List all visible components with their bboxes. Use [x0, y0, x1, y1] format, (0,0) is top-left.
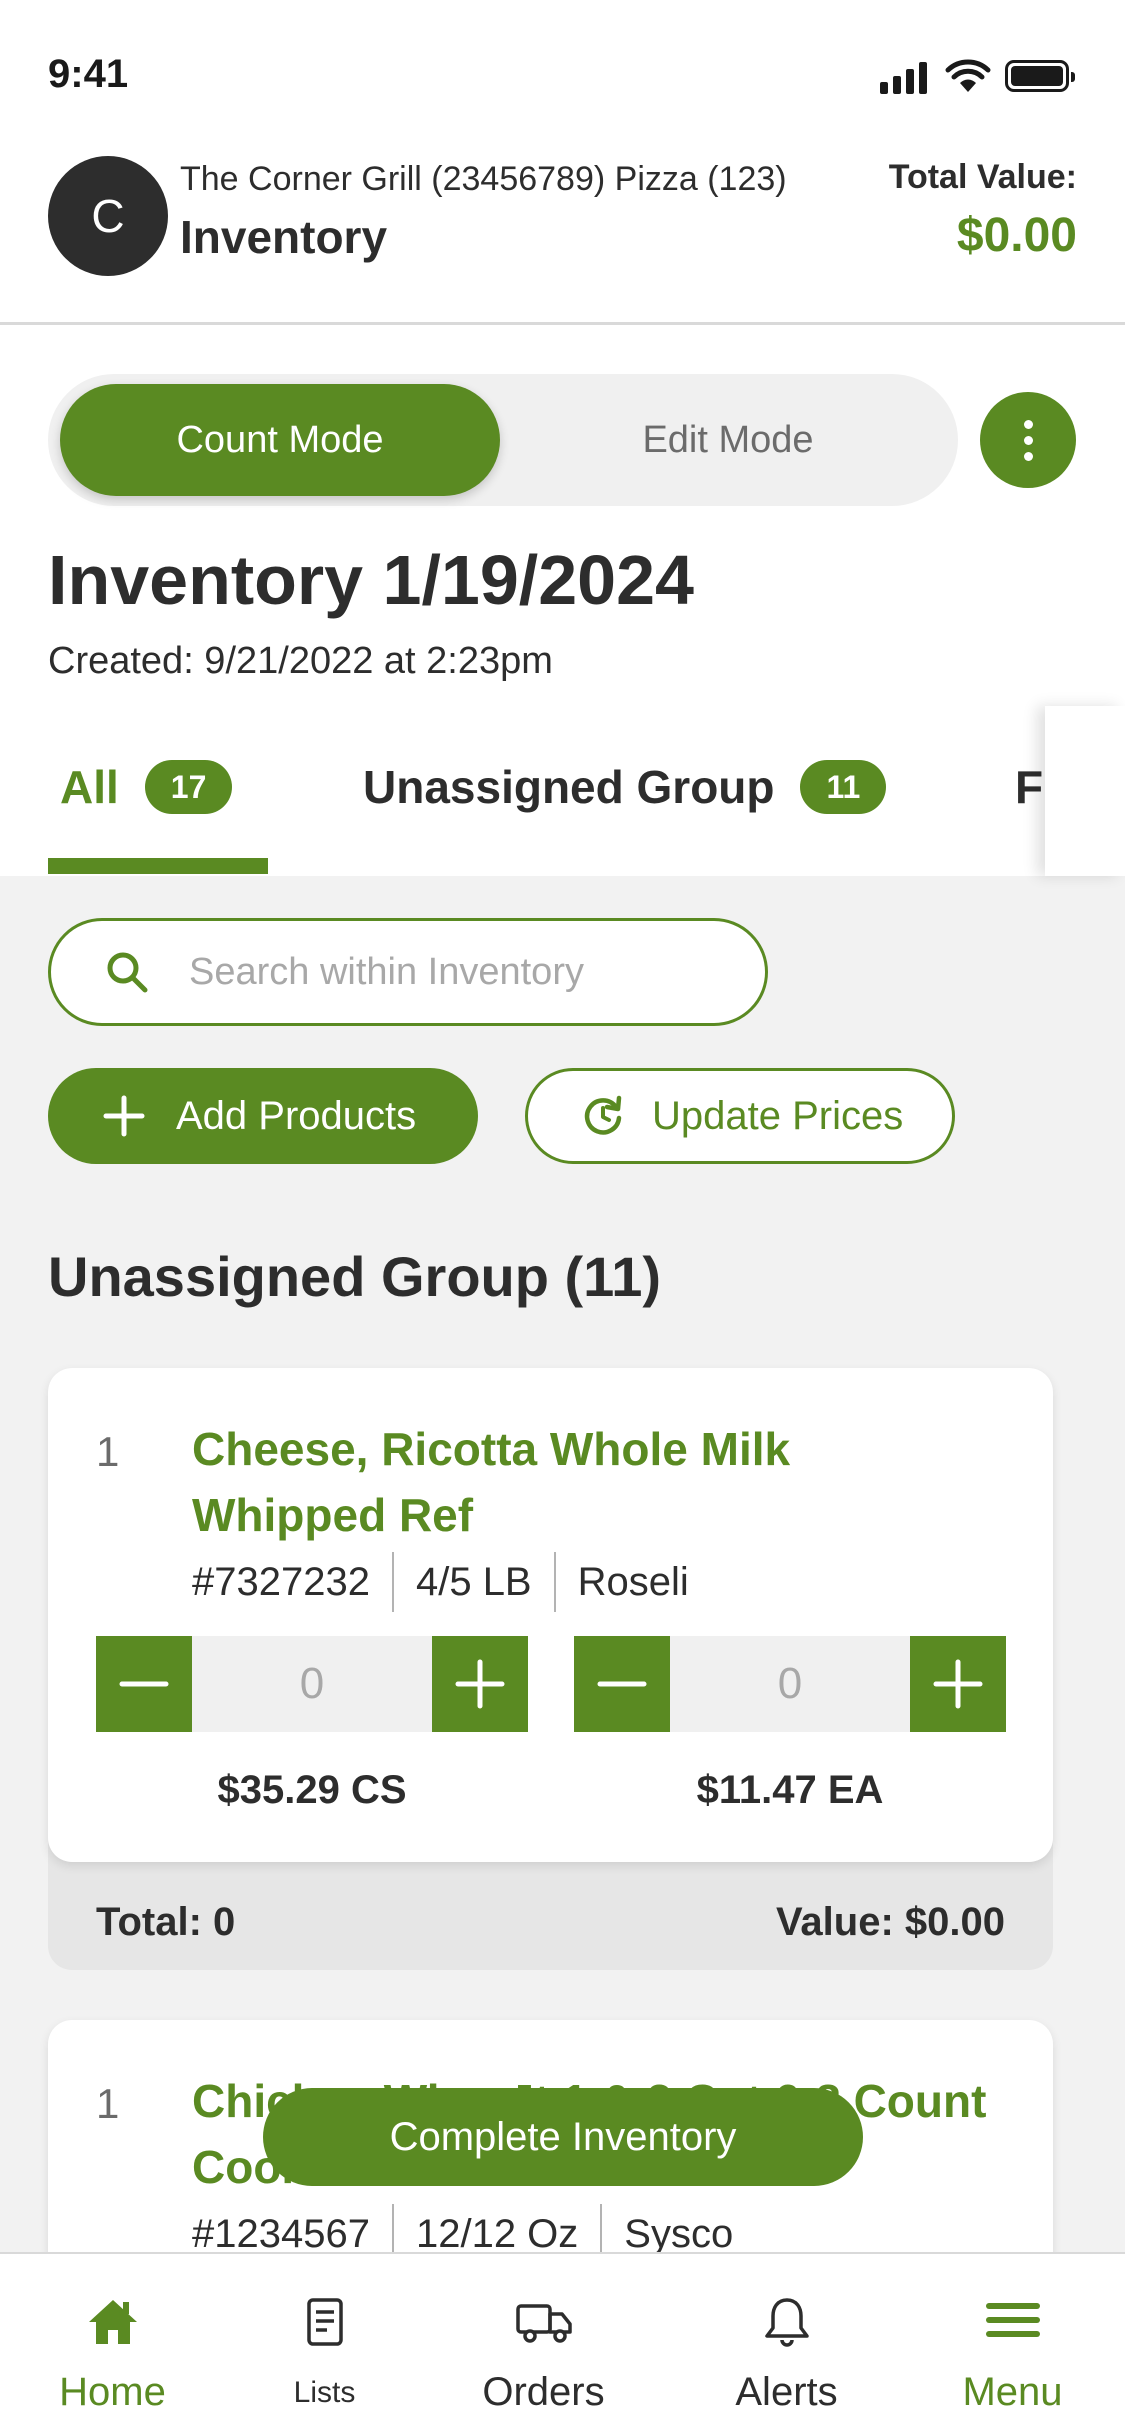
count-badge: 17	[144, 760, 233, 814]
truck-icon	[515, 2304, 572, 2343]
product-pack: 4/5 LB	[415, 1559, 532, 1604]
product-total: Total: 0	[96, 1900, 236, 1944]
complete-inventory-button[interactable]: Complete Inventory	[263, 2088, 863, 2186]
tab-home[interactable]: Home	[0, 2254, 225, 2436]
case-decrement-button[interactable]	[96, 1636, 192, 1732]
search-bar[interactable]	[48, 918, 768, 1026]
plus-icon	[103, 1095, 145, 1137]
plus-icon	[455, 1659, 505, 1709]
edit-mode-button[interactable]: Edit Mode	[508, 384, 948, 496]
product-name[interactable]: Cheese, Ricotta Whole Milk Whipped Ref	[192, 1416, 992, 1548]
lists-icon	[306, 2298, 343, 2346]
bottom-tab-bar: Home Lists Orders Alerts Menu	[0, 2252, 1125, 2436]
tab-label: All	[60, 761, 119, 813]
status-bar: 9:41	[0, 0, 1125, 150]
total-value-amount: $0.00	[956, 209, 1077, 262]
tab-all[interactable]: All 17	[60, 760, 233, 814]
count-mode-button[interactable]: Count Mode	[60, 384, 500, 496]
plus-icon	[933, 1659, 983, 1709]
product-sku: #7327232	[192, 1559, 370, 1604]
add-products-label: Add Products	[176, 1093, 417, 1138]
more-vertical-icon	[1023, 419, 1033, 429]
home-icon	[88, 2300, 137, 2344]
avatar[interactable]: C	[48, 156, 168, 276]
inventory-created-date: Created: 9/21/2022 at 2:23pm	[48, 640, 553, 682]
case-price: $35.29 CS	[217, 1768, 407, 1812]
product-card-body: 1 Cheese, Ricotta Whole Milk Whipped Ref…	[48, 1368, 1053, 1862]
group-tabs: All 17 Unassigned Group 11 F	[0, 700, 1125, 876]
update-prices-button[interactable]: Update Prices	[525, 1068, 955, 1164]
tab-unassigned-group[interactable]: Unassigned Group 11	[363, 760, 887, 814]
each-count-value[interactable]: 0	[670, 1636, 910, 1732]
battery-icon	[1005, 60, 1075, 92]
tab-alerts-label: Alerts	[735, 2370, 838, 2414]
case-count-value[interactable]: 0	[192, 1636, 432, 1732]
search-icon	[107, 952, 148, 993]
each-quantity-stepper: 0	[574, 1636, 1006, 1732]
tab-label: F	[1015, 761, 1044, 813]
bell-icon	[764, 2298, 809, 2347]
minus-icon	[597, 1681, 647, 1687]
location-name: The Corner Grill (23456789) Pizza (123)	[180, 160, 787, 198]
tab-menu-label: Menu	[962, 2370, 1063, 2414]
tab-menu[interactable]: Menu	[900, 2254, 1125, 2436]
tab-lists[interactable]: Lists	[212, 2254, 437, 2436]
avatar-initial: C	[91, 190, 125, 242]
hamburger-icon	[985, 2303, 1040, 2337]
search-input[interactable]	[189, 950, 709, 994]
product-card: 1 Cheese, Ricotta Whole Milk Whipped Ref…	[48, 1368, 1053, 1970]
product-pack: 12/12 Oz	[415, 2211, 579, 2256]
more-options-button[interactable]	[980, 392, 1076, 488]
product-brand: Sysco	[624, 2211, 734, 2256]
case-increment-button[interactable]	[432, 1636, 528, 1732]
refresh-clock-icon	[584, 1095, 622, 1135]
mode-toggle: Count Mode Edit Mode	[48, 374, 958, 506]
tab-orders[interactable]: Orders	[431, 2254, 656, 2436]
product-card-footer: Total: 0 Value: $0.00	[96, 1900, 1005, 1945]
case-quantity-stepper: 0	[96, 1636, 528, 1732]
header-divider	[0, 322, 1125, 325]
tab-partial[interactable]: F	[1015, 760, 1043, 814]
inventory-title: Inventory 1/19/2024	[48, 541, 694, 619]
status-time: 9:41	[48, 52, 129, 96]
group-heading: Unassigned Group (11)	[48, 1245, 661, 1308]
tab-selected-indicator	[48, 858, 268, 874]
product-value: Value: $0.00	[775, 1900, 1005, 1944]
each-price: $11.47 EA	[696, 1768, 884, 1812]
tab-label: Unassigned Group	[363, 761, 775, 813]
product-sku: #1234567	[192, 2211, 370, 2256]
total-value-label: Total Value:	[888, 158, 1077, 196]
tab-orders-label: Orders	[482, 2370, 605, 2414]
product-quantity: 1	[96, 1428, 120, 1475]
count-badge: 11	[800, 760, 887, 814]
tab-alerts[interactable]: Alerts	[674, 2254, 899, 2436]
product-quantity: 1	[96, 2080, 120, 2127]
wifi-icon	[945, 59, 991, 92]
cellular-signal-icon	[880, 60, 927, 94]
tab-home-label: Home	[59, 2370, 166, 2414]
each-decrement-button[interactable]	[574, 1636, 670, 1732]
tab-lists-label: Lists	[293, 2376, 356, 2409]
minus-icon	[119, 1681, 169, 1687]
page-title: Inventory	[180, 211, 388, 263]
each-increment-button[interactable]	[910, 1636, 1006, 1732]
update-prices-label: Update Prices	[652, 1093, 904, 1138]
product-meta: #7327232 4/5 LB Roseli	[192, 1552, 689, 1612]
meta-divider	[391, 1552, 394, 1612]
add-products-button[interactable]: Add Products	[48, 1068, 478, 1164]
tabs-scroll-fade	[1045, 706, 1125, 876]
product-brand: Roseli	[577, 1559, 689, 1604]
meta-divider	[553, 1552, 556, 1612]
